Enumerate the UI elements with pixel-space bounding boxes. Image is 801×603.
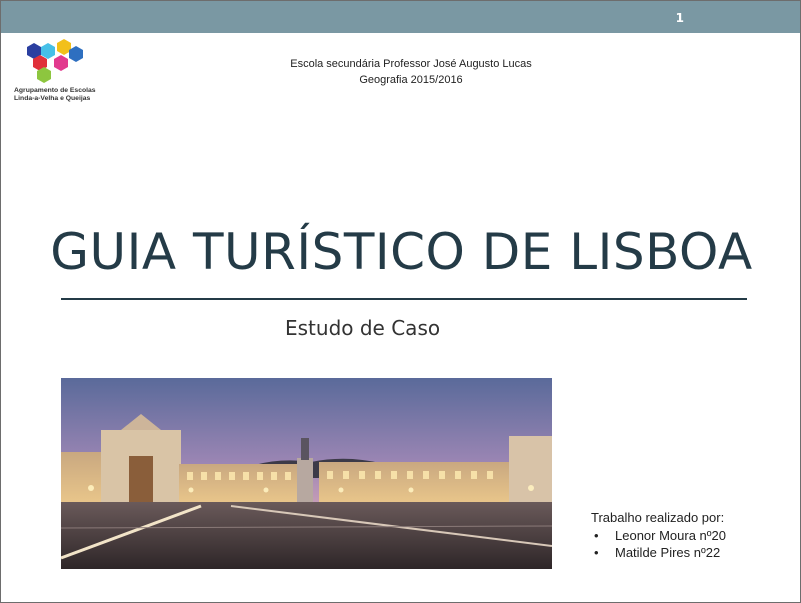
list-item: Leonor Moura nº20 (591, 527, 726, 544)
authors-heading: Trabalho realizado por: (591, 510, 725, 525)
logo-text: Agrupamento de Escolas Linda-a-Velha e Q… (14, 87, 96, 102)
slide-title: GUIA TURÍSTICO DE LISBOA (50, 223, 753, 281)
slide: 1 Agrupamento de Escolas Linda-a-Velha e… (0, 0, 801, 603)
school-year: Geografia 2015/2016 (359, 74, 463, 86)
title-divider (61, 298, 747, 300)
slide-subtitle: Estudo de Caso (285, 316, 441, 340)
school-name: Escola secundária Professor José Augusto… (290, 58, 532, 70)
authors-list: Leonor Moura nº20 Matilde Pires nº22 (591, 527, 726, 561)
list-item: Matilde Pires nº22 (591, 544, 726, 561)
authors-block: Trabalho realizado por: Leonor Moura nº2… (591, 510, 726, 561)
header-bar: 1 (1, 1, 800, 33)
lisbon-square-photo (61, 378, 552, 569)
page-number: 1 (675, 11, 684, 25)
